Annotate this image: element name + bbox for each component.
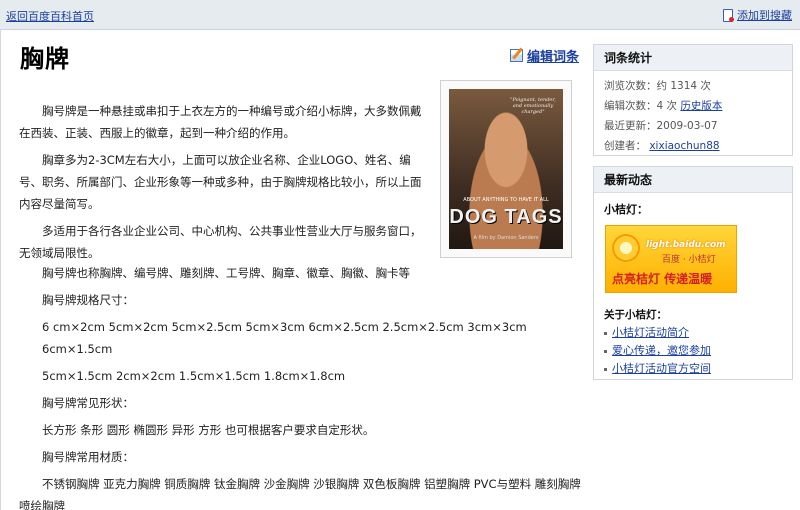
xiaojudeng-banner[interactable]: light.baidu.com 百度 · 小桔灯 点亮桔灯 传递温暖: [605, 225, 737, 293]
list-item: 小桔灯活动官方空间: [604, 360, 792, 378]
left-border: [0, 30, 1, 510]
shape-list: 长方形 条形 圆形 椭圆形 异形 方形 也可根据客户要求自定形状。: [42, 423, 375, 437]
views-count: 浏览次数：约 1314 次: [604, 80, 711, 92]
about-xiaojudeng-label: 关于小桔灯：: [604, 309, 667, 321]
edits-row: 编辑次数：4 次 历史版本: [594, 96, 792, 116]
poster-tagline: ABOUT ANYTHING TO HAVE IT ALL: [463, 197, 549, 203]
list-item: 爱心传递，邀您参加: [604, 342, 792, 360]
edits-count: 编辑次数：4 次: [604, 100, 678, 112]
paragraph-material-heading: 胸号牌常用材质：: [42, 450, 134, 464]
news-heading: 最新动态: [594, 167, 792, 193]
poster-title: DOG TAGS: [449, 206, 563, 228]
paragraph-definition: 胸号牌是一种悬挂或串扣于上衣左方的一种编号或介绍小标牌，大多数佩戴在西装、正装、…: [19, 104, 422, 140]
creator-row: 创建者： xixiaochun88: [594, 136, 792, 156]
paragraph-spec-heading: 胸号牌规格尺寸：: [42, 293, 134, 307]
page-title: 胸牌: [20, 45, 70, 73]
article-body-full: 胸号牌也称胸牌、编号牌、雕刻牌、工号牌、胸章、徽章、胸徽、胸卡等 胸号牌规格尺寸…: [19, 262, 584, 510]
banner-slogan: 点亮桔灯 传递温暖: [612, 272, 713, 286]
entry-image[interactable]: "Poignant, tender, and emotionally charg…: [440, 80, 572, 258]
edit-entry-link[interactable]: 编辑词条: [527, 46, 579, 65]
xiaojudeng-label: 小桔灯：: [604, 203, 648, 216]
last-updated: 最近更新：2009-03-07: [604, 120, 718, 132]
banner-subtitle: 百度 · 小桔灯: [662, 255, 716, 265]
bullet-icon: [604, 331, 607, 335]
about-links: 小桔灯活动简介 爱心传递，邀您参加 小桔灯活动官方空间: [594, 322, 792, 388]
bookmark-icon: [723, 8, 734, 22]
paragraph-usage: 多适用于各行各业企业公司、中心机构、公共事业性营业大厅与服务窗口，无领域局限性。: [19, 224, 422, 260]
creator-label: 创建者：: [604, 140, 646, 152]
latest-news-box: 最新动态 小桔灯： light.baidu.com 百度 · 小桔灯 点亮桔灯 …: [593, 166, 793, 380]
join-activity-link[interactable]: 爱心传递，邀您参加: [612, 342, 711, 360]
official-space-link[interactable]: 小桔灯活动官方空间: [612, 360, 711, 378]
activity-intro-link[interactable]: 小桔灯活动简介: [612, 324, 689, 342]
top-bar: 返回百度百科首页 添加到搜藏: [0, 0, 800, 30]
edit-entry-button[interactable]: 编辑词条: [510, 46, 579, 65]
sun-icon: [612, 234, 640, 262]
paragraph-aliases: 胸号牌也称胸牌、编号牌、雕刻牌、工号牌、胸章、徽章、胸徽、胸卡等: [42, 266, 410, 280]
paragraph-shape-heading: 胸号牌常见形状：: [42, 396, 134, 410]
poster-credit: A film by Damion Sanders: [473, 235, 539, 241]
creator-link[interactable]: xixiaochun88: [649, 140, 719, 152]
add-favorite-button[interactable]: 添加到搜藏: [723, 7, 792, 23]
banner-url: light.baidu.com: [646, 240, 726, 250]
list-item: 小桔灯活动简介: [604, 324, 792, 342]
poster-quote: "Poignant, tender, and emotionally charg…: [510, 97, 556, 115]
back-to-baike-home-link[interactable]: 返回百度百科首页: [6, 8, 94, 24]
entry-stats-box: 词条统计 浏览次数：约 1314 次 编辑次数：4 次 历史版本 最近更新：20…: [593, 44, 793, 156]
add-favorite-link[interactable]: 添加到搜藏: [737, 7, 792, 23]
paragraph-size: 胸章多为2-3CM左右大小，上面可以放企业名称、企业LOGO、姓名、编号、职务、…: [19, 153, 422, 211]
spec-list-1: 6 cm×2cm 5cm×2cm 5cm×2.5cm 5cm×3cm 6cm×2…: [42, 320, 527, 356]
movie-poster: "Poignant, tender, and emotionally charg…: [449, 89, 563, 249]
bullet-icon: [604, 349, 607, 353]
history-versions-link[interactable]: 历史版本: [680, 100, 722, 112]
bullet-icon: [604, 367, 607, 371]
spec-list-2: 5cm×1.5cm 2cm×2cm 1.5cm×1.5cm 1.8cm×1.8c…: [42, 369, 346, 383]
stats-heading: 词条统计: [594, 45, 792, 71]
material-list: 不锈钢胸牌 亚克力胸牌 铜质胸牌 钛金胸牌 沙金胸牌 沙银胸牌 双色板胸牌 铝塑…: [19, 477, 581, 510]
edit-pencil-icon: [510, 49, 523, 62]
article-body: 胸号牌是一种悬挂或串扣于上衣左方的一种编号或介绍小标牌，大多数佩戴在西装、正装、…: [19, 100, 431, 269]
